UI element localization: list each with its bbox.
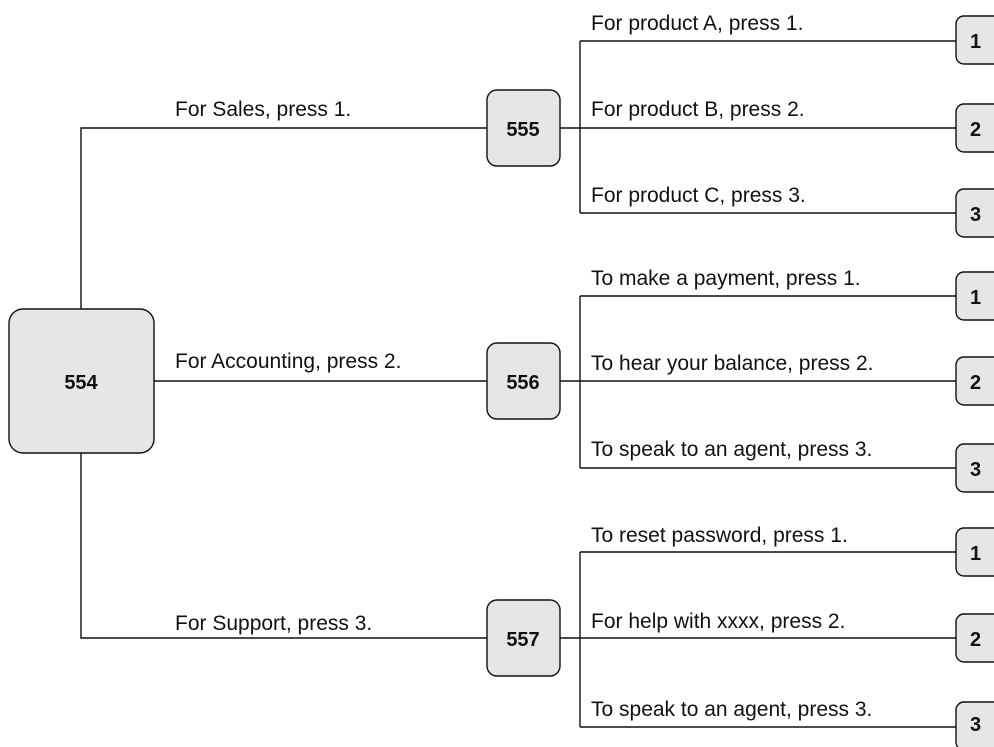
leaf-node-555-1-label: 1 — [970, 31, 981, 53]
connector-root-to-555 — [80, 127, 488, 309]
option-text-555-3: For product C, press 3. — [591, 184, 806, 207]
branch-prompt-accounting: For Accounting, press 2. — [175, 350, 401, 373]
branch-node-555-label: 555 — [506, 119, 539, 141]
leaf-node-557-1-label: 1 — [970, 543, 981, 565]
leaf-node-556-2-label: 2 — [970, 372, 981, 394]
option-text-557-3: To speak to an agent, press 3. — [591, 698, 872, 721]
option-text-556-3: To speak to an agent, press 3. — [591, 438, 872, 461]
root-node-label: 554 — [64, 372, 98, 394]
leaf-node-555-3-label: 3 — [970, 204, 981, 226]
leaf-node-556-3-label: 3 — [970, 459, 981, 481]
branch-prompt-sales: For Sales, press 1. — [175, 98, 351, 121]
option-text-557-2: For help with xxxx, press 2. — [591, 610, 845, 633]
branch-prompt-support: For Support, press 3. — [175, 612, 372, 635]
option-text-556-2: To hear your balance, press 2. — [591, 352, 874, 375]
branch-node-556-label: 556 — [506, 372, 539, 394]
connector-root-to-557 — [80, 453, 488, 639]
leaf-node-556-1-label: 1 — [970, 287, 981, 309]
leaf-node-557-3-label: 3 — [970, 714, 981, 736]
option-text-556-1: To make a payment, press 1. — [591, 267, 861, 290]
leaf-node-555-2-label: 2 — [970, 119, 981, 141]
option-text-555-1: For product A, press 1. — [591, 12, 803, 35]
phone-menu-tree: 554 For Sales, press 1. For Accounting, … — [8, 12, 994, 747]
option-text-555-2: For product B, press 2. — [591, 98, 805, 121]
branch-node-557-label: 557 — [506, 629, 539, 651]
leaf-node-557-2-label: 2 — [970, 629, 981, 651]
option-text-557-1: To reset password, press 1. — [591, 524, 848, 547]
